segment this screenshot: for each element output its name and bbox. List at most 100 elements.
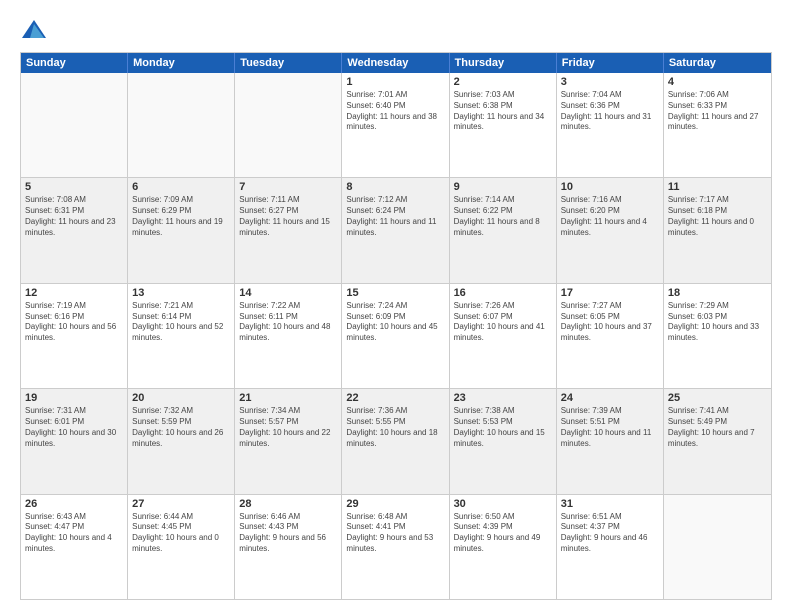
day-number: 5 <box>25 181 123 193</box>
day-cell-18: 18 Sunrise: 7:29 AM Sunset: 6:03 PM Dayli… <box>664 284 771 388</box>
cell-info: Sunrise: 7:41 AM Sunset: 5:49 PM Dayligh… <box>668 406 767 449</box>
cell-info: Sunrise: 7:03 AM Sunset: 6:38 PM Dayligh… <box>454 90 552 133</box>
day-cell-3: 3 Sunrise: 7:04 AM Sunset: 6:36 PM Daylig… <box>557 73 664 177</box>
day-number: 8 <box>346 181 444 193</box>
logo-icon <box>20 16 48 44</box>
day-number: 25 <box>668 392 767 404</box>
day-number: 17 <box>561 287 659 299</box>
calendar-row-1: 1Sunrise: 7:01 AM Sunset: 6:40 PM Daylig… <box>21 73 771 177</box>
cell-info: Sunrise: 7:17 AM Sunset: 6:18 PM Dayligh… <box>668 195 767 238</box>
day-cell-24: 24 Sunrise: 7:39 AM Sunset: 5:51 PM Dayli… <box>557 389 664 493</box>
empty-cell <box>21 73 128 177</box>
cell-info: Sunrise: 7:27 AM Sunset: 6:05 PM Dayligh… <box>561 301 659 344</box>
day-cell-7: 7Sunrise: 7:11 AM Sunset: 6:27 PM Daylig… <box>235 178 342 282</box>
day-number: 14 <box>239 287 337 299</box>
day-number: 28 <box>239 498 337 510</box>
day-cell-6: 6 Sunrise: 7:09 AM Sunset: 6:29 PM Daylig… <box>128 178 235 282</box>
day-cell-28: 28 Sunrise: 6:46 AM Sunset: 4:43 PM Dayli… <box>235 495 342 599</box>
cell-info: Sunrise: 7:08 AM Sunset: 6:31 PM Dayligh… <box>25 195 123 238</box>
cell-info: Sunrise: 7:21 AM Sunset: 6:14 PM Dayligh… <box>132 301 230 344</box>
day-cell-10: 10Sunrise: 7:16 AM Sunset: 6:20 PM Dayli… <box>557 178 664 282</box>
cell-info: Sunrise: 7:19 AM Sunset: 6:16 PM Dayligh… <box>25 301 123 344</box>
calendar-header: SundayMondayTuesdayWednesdayThursdayFrid… <box>21 53 771 73</box>
weekday-header-saturday: Saturday <box>664 53 771 73</box>
day-number: 27 <box>132 498 230 510</box>
cell-info: Sunrise: 7:31 AM Sunset: 6:01 PM Dayligh… <box>25 406 123 449</box>
cell-info: Sunrise: 7:24 AM Sunset: 6:09 PM Dayligh… <box>346 301 444 344</box>
day-number: 29 <box>346 498 444 510</box>
cell-info: Sunrise: 7:22 AM Sunset: 6:11 PM Dayligh… <box>239 301 337 344</box>
calendar-row-5: 26Sunrise: 6:43 AM Sunset: 4:47 PM Dayli… <box>21 494 771 599</box>
cell-info: Sunrise: 6:43 AM Sunset: 4:47 PM Dayligh… <box>25 512 123 555</box>
day-number: 3 <box>561 76 659 88</box>
day-number: 23 <box>454 392 552 404</box>
cell-info: Sunrise: 6:46 AM Sunset: 4:43 PM Dayligh… <box>239 512 337 555</box>
day-number: 2 <box>454 76 552 88</box>
day-cell-27: 27 Sunrise: 6:44 AM Sunset: 4:45 PM Dayli… <box>128 495 235 599</box>
day-cell-21: 21 Sunrise: 7:34 AM Sunset: 5:57 PM Dayli… <box>235 389 342 493</box>
calendar-row-2: 5 Sunrise: 7:08 AM Sunset: 6:31 PM Daylig… <box>21 177 771 282</box>
empty-cell <box>664 495 771 599</box>
day-number: 9 <box>454 181 552 193</box>
header <box>20 16 772 44</box>
cell-info: Sunrise: 7:29 AM Sunset: 6:03 PM Dayligh… <box>668 301 767 344</box>
logo <box>20 16 52 44</box>
cell-info: Sunrise: 7:09 AM Sunset: 6:29 PM Dayligh… <box>132 195 230 238</box>
cell-info: Sunrise: 6:44 AM Sunset: 4:45 PM Dayligh… <box>132 512 230 555</box>
day-cell-22: 22 Sunrise: 7:36 AM Sunset: 5:55 PM Dayli… <box>342 389 449 493</box>
day-number: 12 <box>25 287 123 299</box>
day-cell-25: 25 Sunrise: 7:41 AM Sunset: 5:49 PM Dayli… <box>664 389 771 493</box>
cell-info: Sunrise: 6:50 AM Sunset: 4:39 PM Dayligh… <box>454 512 552 555</box>
weekday-header-tuesday: Tuesday <box>235 53 342 73</box>
day-cell-12: 12 Sunrise: 7:19 AM Sunset: 6:16 PM Dayli… <box>21 284 128 388</box>
cell-info: Sunrise: 7:39 AM Sunset: 5:51 PM Dayligh… <box>561 406 659 449</box>
cell-info: Sunrise: 6:51 AM Sunset: 4:37 PM Dayligh… <box>561 512 659 555</box>
day-number: 31 <box>561 498 659 510</box>
day-cell-8: 8 Sunrise: 7:12 AM Sunset: 6:24 PM Daylig… <box>342 178 449 282</box>
day-cell-30: 30 Sunrise: 6:50 AM Sunset: 4:39 PM Dayli… <box>450 495 557 599</box>
day-number: 13 <box>132 287 230 299</box>
calendar: SundayMondayTuesdayWednesdayThursdayFrid… <box>20 52 772 600</box>
weekday-header-sunday: Sunday <box>21 53 128 73</box>
day-cell-19: 19Sunrise: 7:31 AM Sunset: 6:01 PM Dayli… <box>21 389 128 493</box>
cell-info: Sunrise: 7:36 AM Sunset: 5:55 PM Dayligh… <box>346 406 444 449</box>
cell-info: Sunrise: 7:16 AM Sunset: 6:20 PM Dayligh… <box>561 195 659 238</box>
empty-cell <box>128 73 235 177</box>
day-number: 30 <box>454 498 552 510</box>
day-number: 24 <box>561 392 659 404</box>
day-cell-1: 1Sunrise: 7:01 AM Sunset: 6:40 PM Daylig… <box>342 73 449 177</box>
weekday-header-friday: Friday <box>557 53 664 73</box>
day-number: 4 <box>668 76 767 88</box>
day-number: 20 <box>132 392 230 404</box>
weekday-header-thursday: Thursday <box>450 53 557 73</box>
cell-info: Sunrise: 7:06 AM Sunset: 6:33 PM Dayligh… <box>668 90 767 133</box>
day-number: 18 <box>668 287 767 299</box>
day-cell-4: 4 Sunrise: 7:06 AM Sunset: 6:33 PM Daylig… <box>664 73 771 177</box>
day-number: 7 <box>239 181 337 193</box>
day-cell-17: 17 Sunrise: 7:27 AM Sunset: 6:05 PM Dayli… <box>557 284 664 388</box>
cell-info: Sunrise: 7:34 AM Sunset: 5:57 PM Dayligh… <box>239 406 337 449</box>
cell-info: Sunrise: 6:48 AM Sunset: 4:41 PM Dayligh… <box>346 512 444 555</box>
cell-info: Sunrise: 7:04 AM Sunset: 6:36 PM Dayligh… <box>561 90 659 133</box>
day-number: 6 <box>132 181 230 193</box>
weekday-header-monday: Monday <box>128 53 235 73</box>
day-cell-5: 5 Sunrise: 7:08 AM Sunset: 6:31 PM Daylig… <box>21 178 128 282</box>
cell-info: Sunrise: 7:32 AM Sunset: 5:59 PM Dayligh… <box>132 406 230 449</box>
calendar-row-3: 12 Sunrise: 7:19 AM Sunset: 6:16 PM Dayli… <box>21 283 771 388</box>
day-number: 16 <box>454 287 552 299</box>
day-cell-13: 13 Sunrise: 7:21 AM Sunset: 6:14 PM Dayli… <box>128 284 235 388</box>
cell-info: Sunrise: 7:38 AM Sunset: 5:53 PM Dayligh… <box>454 406 552 449</box>
cell-info: Sunrise: 7:14 AM Sunset: 6:22 PM Dayligh… <box>454 195 552 238</box>
weekday-header-wednesday: Wednesday <box>342 53 449 73</box>
day-cell-9: 9 Sunrise: 7:14 AM Sunset: 6:22 PM Daylig… <box>450 178 557 282</box>
day-cell-2: 2 Sunrise: 7:03 AM Sunset: 6:38 PM Daylig… <box>450 73 557 177</box>
cell-info: Sunrise: 7:12 AM Sunset: 6:24 PM Dayligh… <box>346 195 444 238</box>
day-cell-11: 11 Sunrise: 7:17 AM Sunset: 6:18 PM Dayli… <box>664 178 771 282</box>
day-number: 22 <box>346 392 444 404</box>
day-cell-23: 23 Sunrise: 7:38 AM Sunset: 5:53 PM Dayli… <box>450 389 557 493</box>
calendar-body: 1Sunrise: 7:01 AM Sunset: 6:40 PM Daylig… <box>21 73 771 599</box>
empty-cell <box>235 73 342 177</box>
day-number: 11 <box>668 181 767 193</box>
cell-info: Sunrise: 7:26 AM Sunset: 6:07 PM Dayligh… <box>454 301 552 344</box>
day-number: 21 <box>239 392 337 404</box>
